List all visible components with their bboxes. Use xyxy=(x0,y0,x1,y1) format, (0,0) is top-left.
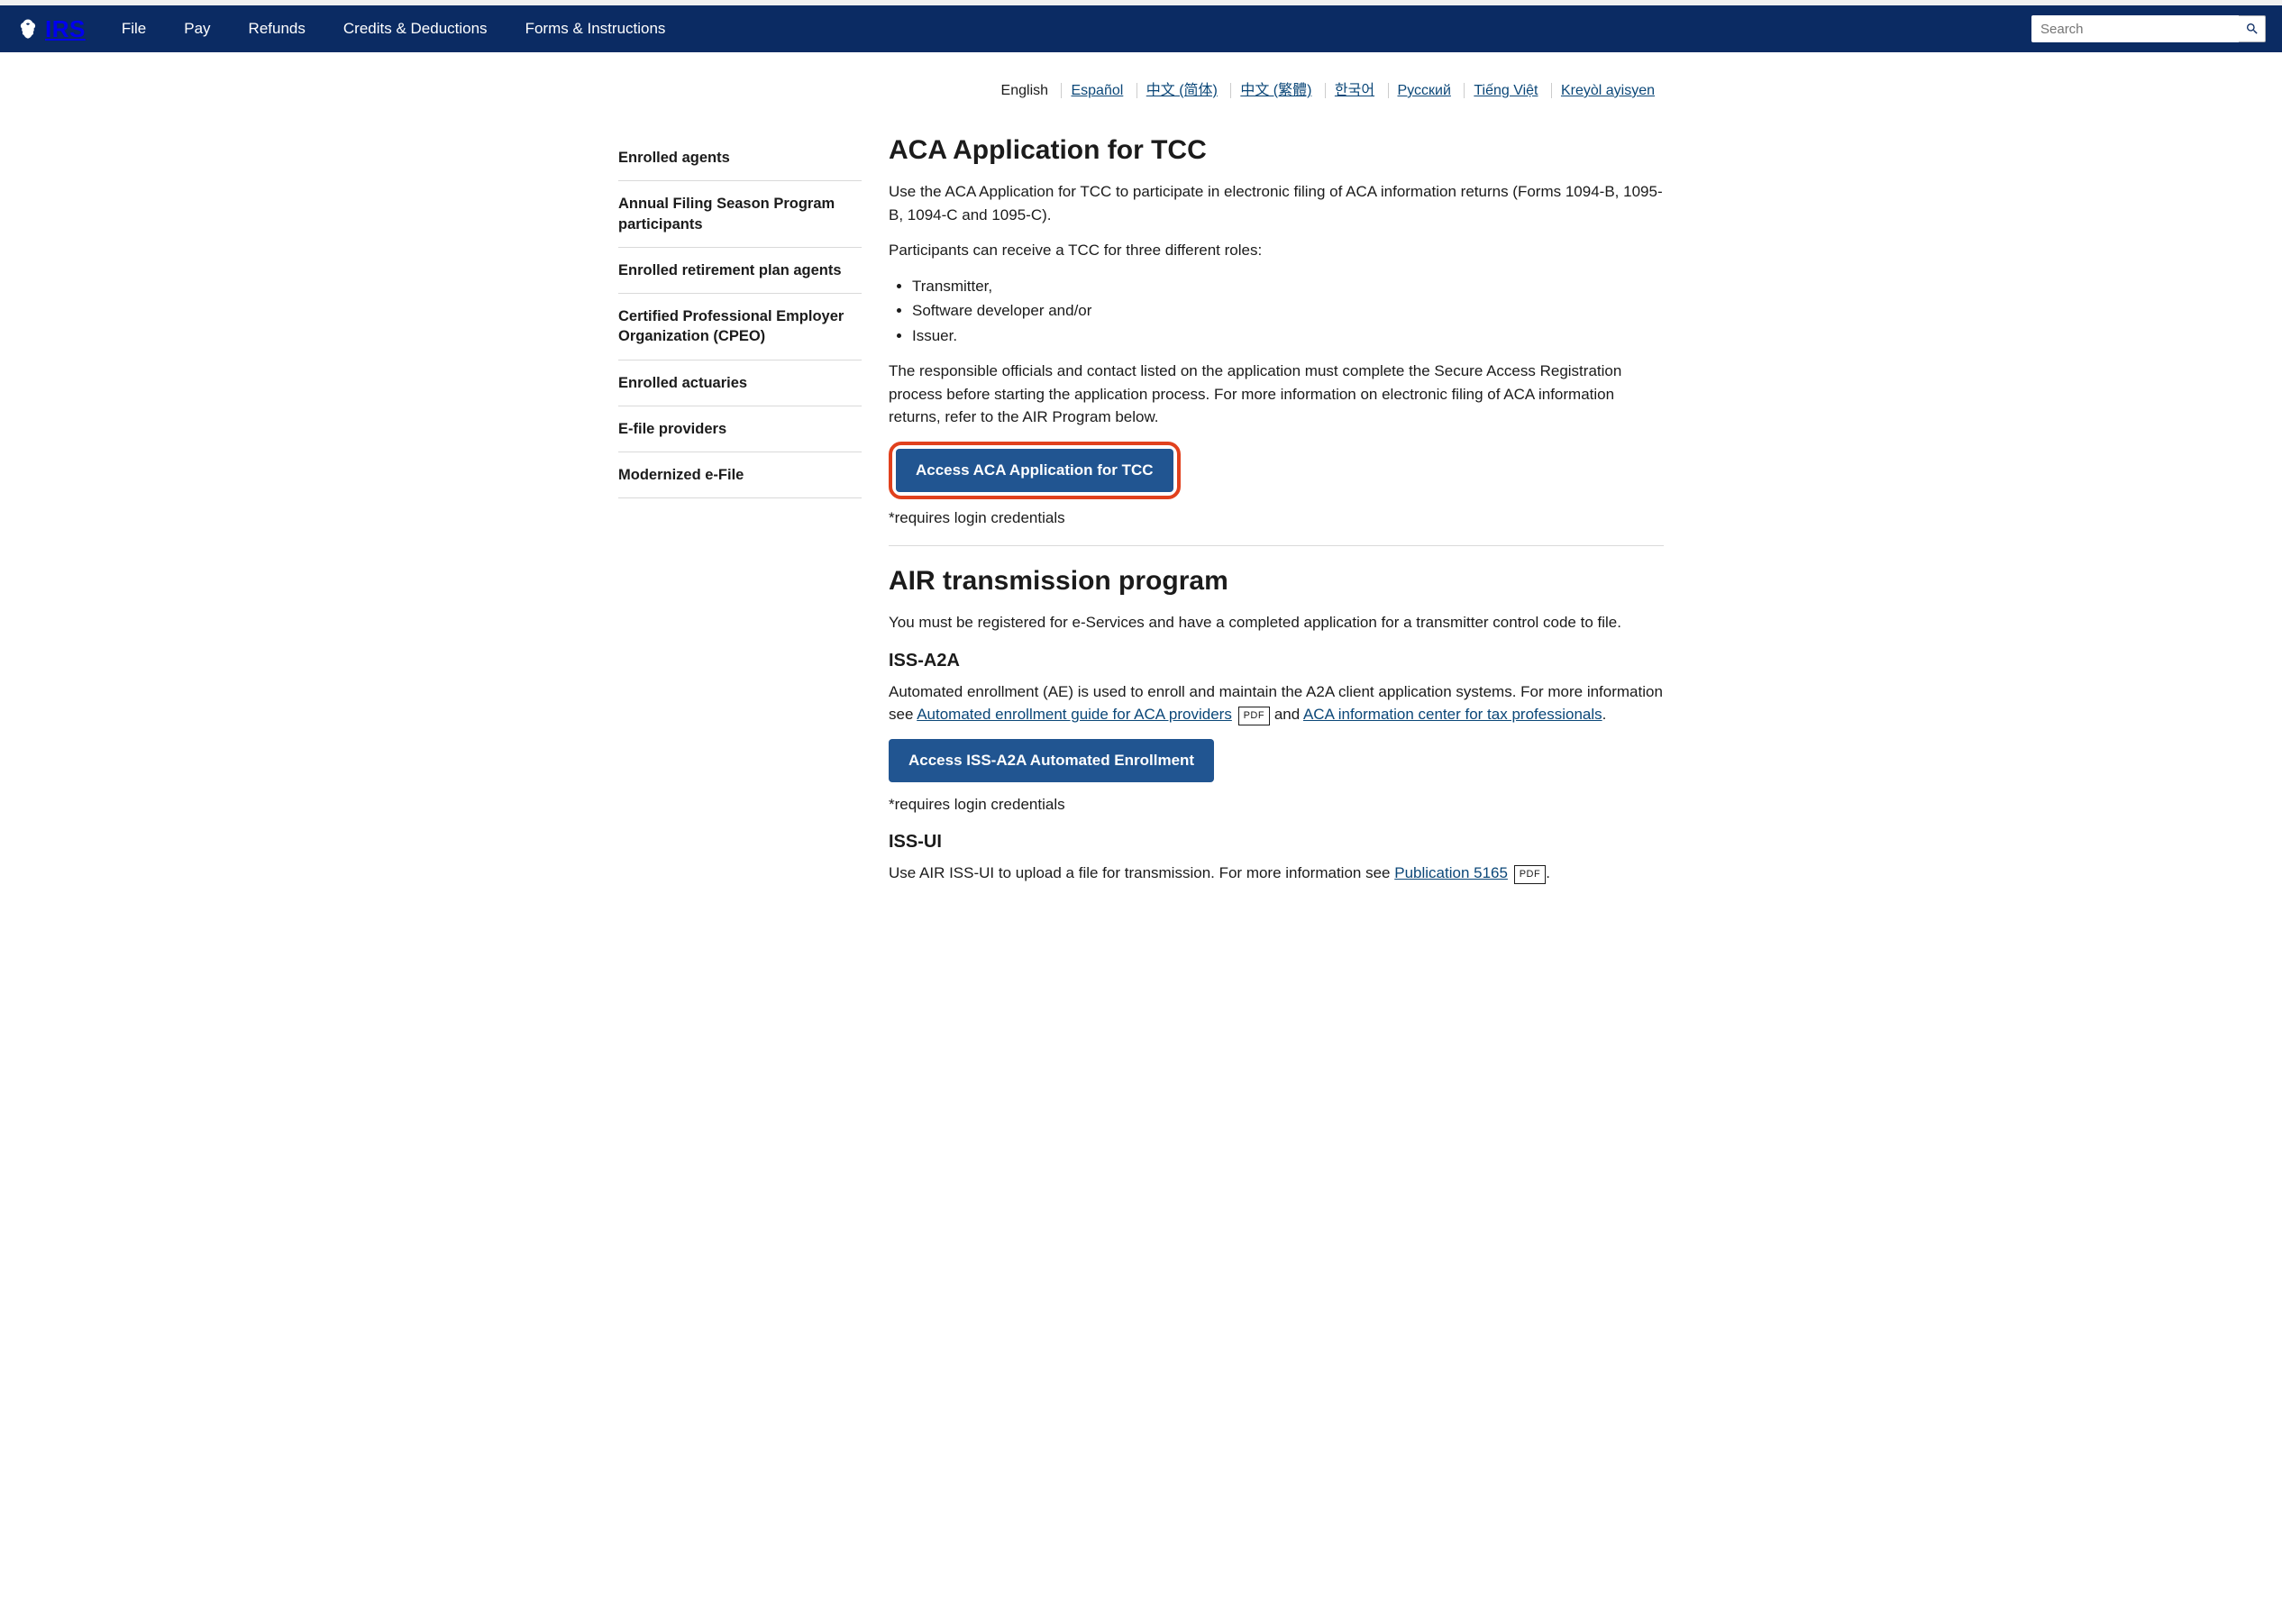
sidebar-mef[interactable]: Modernized e-File xyxy=(618,452,862,498)
search-icon xyxy=(2245,22,2259,36)
lang-zh-t[interactable]: 中文 (繁體) xyxy=(1230,83,1320,98)
nav-items: File Pay Refunds Credits & Deductions Fo… xyxy=(122,20,2031,38)
language-bar: English Español 中文 (简体) 中文 (繁體) 한국어 Русс… xyxy=(618,52,1664,108)
search-input[interactable] xyxy=(2031,15,2239,42)
sidebar-cpeo[interactable]: Certified Professional Employer Organiza… xyxy=(618,294,862,360)
nav-forms-instructions[interactable]: Forms & Instructions xyxy=(525,20,666,38)
sidebar-actuaries[interactable]: Enrolled actuaries xyxy=(618,360,862,406)
lang-ht[interactable]: Kreyòl ayisyen xyxy=(1551,83,1664,98)
link-aca-info-center[interactable]: ACA information center for tax professio… xyxy=(1303,706,1602,723)
lang-ko[interactable]: 한국어 xyxy=(1325,83,1383,98)
air-title: AIR transmission program xyxy=(889,566,1664,597)
pdf-badge: PDF xyxy=(1238,707,1271,725)
iss-ui-prefix: Use AIR ISS-UI to upload a file for tran… xyxy=(889,864,1394,881)
logo-link[interactable]: IRS xyxy=(16,15,86,43)
iss-a2a-mid: and xyxy=(1274,706,1303,723)
aca-intro: Use the ACA Application for TCC to parti… xyxy=(889,180,1664,226)
aca-responsible: The responsible officials and contact li… xyxy=(889,360,1664,429)
lang-current: English xyxy=(992,83,1057,98)
link-pub-5165[interactable]: Publication 5165 xyxy=(1394,864,1508,881)
aca-roles-list: Transmitter, Software developer and/or I… xyxy=(912,275,1664,348)
nav-pay[interactable]: Pay xyxy=(184,20,210,38)
lang-vi[interactable]: Tiếng Việt xyxy=(1464,83,1547,98)
lang-zh-s[interactable]: 中文 (简体) xyxy=(1136,83,1227,98)
access-aca-button[interactable]: Access ACA Application for TCC xyxy=(896,449,1173,492)
eagle-icon xyxy=(16,17,40,41)
aca-note: *requires login credentials xyxy=(889,506,1664,530)
link-ae-guide[interactable]: Automated enrollment guide for ACA provi… xyxy=(917,706,1232,723)
sidebar-retirement-plan[interactable]: Enrolled retirement plan agents xyxy=(618,248,862,294)
main-content: ACA Application for TCC Use the ACA Appl… xyxy=(889,135,1664,898)
lang-ru[interactable]: Русский xyxy=(1388,83,1460,98)
iss-a2a-note: *requires login credentials xyxy=(889,793,1664,817)
sidebar: Enrolled agents Annual Filing Season Pro… xyxy=(618,135,862,898)
nav-file[interactable]: File xyxy=(122,20,146,38)
logo-text: IRS xyxy=(45,15,86,43)
search-button[interactable] xyxy=(2239,15,2266,42)
iss-a2a-paragraph: Automated enrollment (AE) is used to enr… xyxy=(889,680,1664,726)
sidebar-annual-filing[interactable]: Annual Filing Season Program participant… xyxy=(618,181,862,248)
top-nav: IRS File Pay Refunds Credits & Deduction… xyxy=(0,5,2282,52)
iss-ui-heading: ISS-UI xyxy=(889,832,1664,853)
aca-role-software-dev: Software developer and/or xyxy=(912,299,1664,323)
air-intro: You must be registered for e-Services an… xyxy=(889,611,1664,634)
pdf-badge-2: PDF xyxy=(1514,865,1547,884)
iss-a2a-suffix: . xyxy=(1602,706,1607,723)
nav-refunds[interactable]: Refunds xyxy=(249,20,306,38)
aca-title: ACA Application for TCC xyxy=(889,135,1664,166)
aca-role-transmitter: Transmitter, xyxy=(912,275,1664,298)
sidebar-efile-providers[interactable]: E-file providers xyxy=(618,406,862,452)
search-wrap xyxy=(2031,15,2266,42)
nav-credits-deductions[interactable]: Credits & Deductions xyxy=(343,20,488,38)
sidebar-enrolled-agents[interactable]: Enrolled agents xyxy=(618,135,862,181)
section-divider xyxy=(889,545,1664,546)
aca-button-highlight: Access ACA Application for TCC xyxy=(889,442,1181,499)
iss-a2a-heading: ISS-A2A xyxy=(889,651,1664,671)
access-iss-a2a-button[interactable]: Access ISS-A2A Automated Enrollment xyxy=(889,739,1214,782)
aca-role-issuer: Issuer. xyxy=(912,324,1664,348)
aca-roles-lead: Participants can receive a TCC for three… xyxy=(889,239,1664,262)
iss-ui-paragraph: Use AIR ISS-UI to upload a file for tran… xyxy=(889,862,1664,885)
lang-es[interactable]: Español xyxy=(1061,83,1132,98)
iss-ui-suffix: . xyxy=(1546,864,1550,881)
